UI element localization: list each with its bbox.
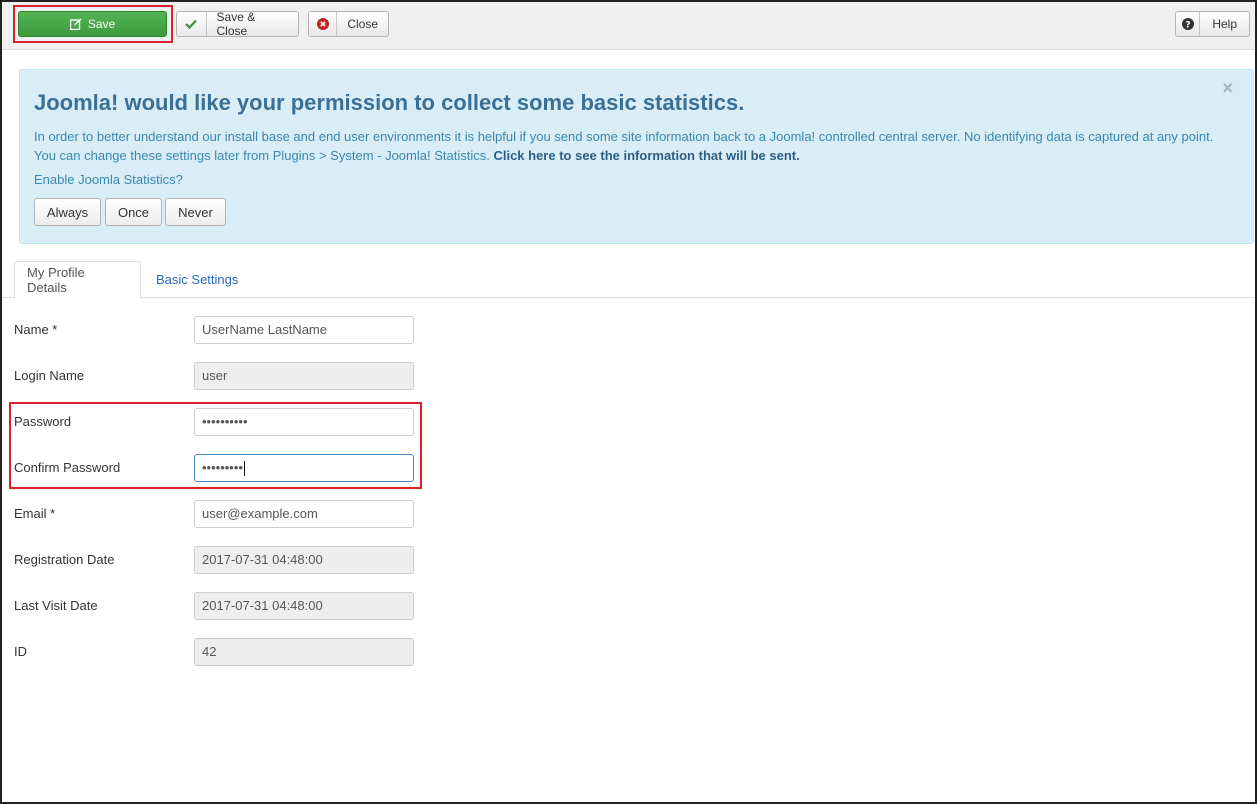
window-frame: Save Save & Close Close ? Help × Joomla!… (0, 0, 1257, 804)
cancel-circle-icon (309, 12, 338, 36)
id-field: 42 (194, 638, 414, 666)
save-label: Save (87, 17, 116, 31)
password-label: Password (14, 414, 72, 429)
last-visit-date-field: 2017-07-31 04:48:00 (194, 592, 414, 620)
alert-close-icon[interactable]: × (1222, 78, 1233, 99)
login-name-row: Login Name user (14, 362, 414, 390)
text-caret (243, 461, 245, 477)
name-label: Name * (14, 322, 58, 337)
email-label: Email * (14, 506, 56, 521)
password-row: Password •••••••••• (14, 408, 414, 436)
name-row: Name * UserName LastName (14, 316, 414, 344)
never-button[interactable]: Never (165, 198, 226, 226)
confirm-password-row: Confirm Password ••••••••• (14, 454, 414, 482)
confirm-password-input[interactable]: ••••••••• (194, 454, 414, 482)
registration-date-field: 2017-07-31 04:48:00 (194, 546, 414, 574)
save-button[interactable]: Save (18, 11, 167, 37)
profile-tabs: My Profile Details Basic Settings (2, 261, 1255, 299)
alert-title: Joomla! would like your permission to co… (34, 90, 745, 115)
close-button[interactable]: Close (308, 11, 389, 37)
id-row: ID 42 (14, 638, 414, 666)
email-input[interactable]: user@example.com (194, 500, 414, 528)
edit-icon (69, 18, 82, 30)
svg-text:?: ? (1185, 20, 1190, 30)
check-icon (177, 12, 207, 36)
last-visit-date-row: Last Visit Date 2017-07-31 04:48:00 (14, 592, 414, 620)
last-visit-date-label: Last Visit Date (14, 598, 98, 613)
alert-question: Enable Joomla Statistics? (34, 172, 183, 187)
tab-basic-settings[interactable]: Basic Settings (144, 261, 250, 298)
alert-info-link[interactable]: Click here to see the information that w… (493, 148, 799, 163)
password-input[interactable]: •••••••••• (194, 408, 414, 436)
close-label: Close (347, 17, 378, 31)
email-row: Email * user@example.com (14, 500, 414, 528)
help-button[interactable]: ? Help (1175, 11, 1250, 37)
login-name-label: Login Name (14, 368, 85, 383)
statistics-alert: × Joomla! would like your permission to … (19, 69, 1254, 244)
registration-date-row: Registration Date 2017-07-31 04:48:00 (14, 546, 414, 574)
confirm-password-label: Confirm Password (14, 460, 121, 475)
save-close-label: Save & Close (216, 10, 256, 38)
always-button[interactable]: Always (34, 198, 101, 226)
confirm-password-value: ••••••••• (202, 460, 243, 475)
once-button[interactable]: Once (105, 198, 162, 226)
login-name-field: user (194, 362, 414, 390)
question-circle-icon: ? (1176, 12, 1201, 36)
help-label: Help (1212, 17, 1237, 31)
name-input[interactable]: UserName LastName (194, 316, 414, 344)
tab-my-profile-details[interactable]: My Profile Details (14, 261, 141, 299)
alert-body: In order to better understand our instal… (34, 127, 1234, 165)
save-close-button[interactable]: Save & Close (176, 10, 299, 38)
registration-date-label: Registration Date (14, 552, 115, 567)
id-label: ID (14, 644, 27, 659)
toolbar: Save Save & Close Close ? Help (2, 2, 1255, 50)
